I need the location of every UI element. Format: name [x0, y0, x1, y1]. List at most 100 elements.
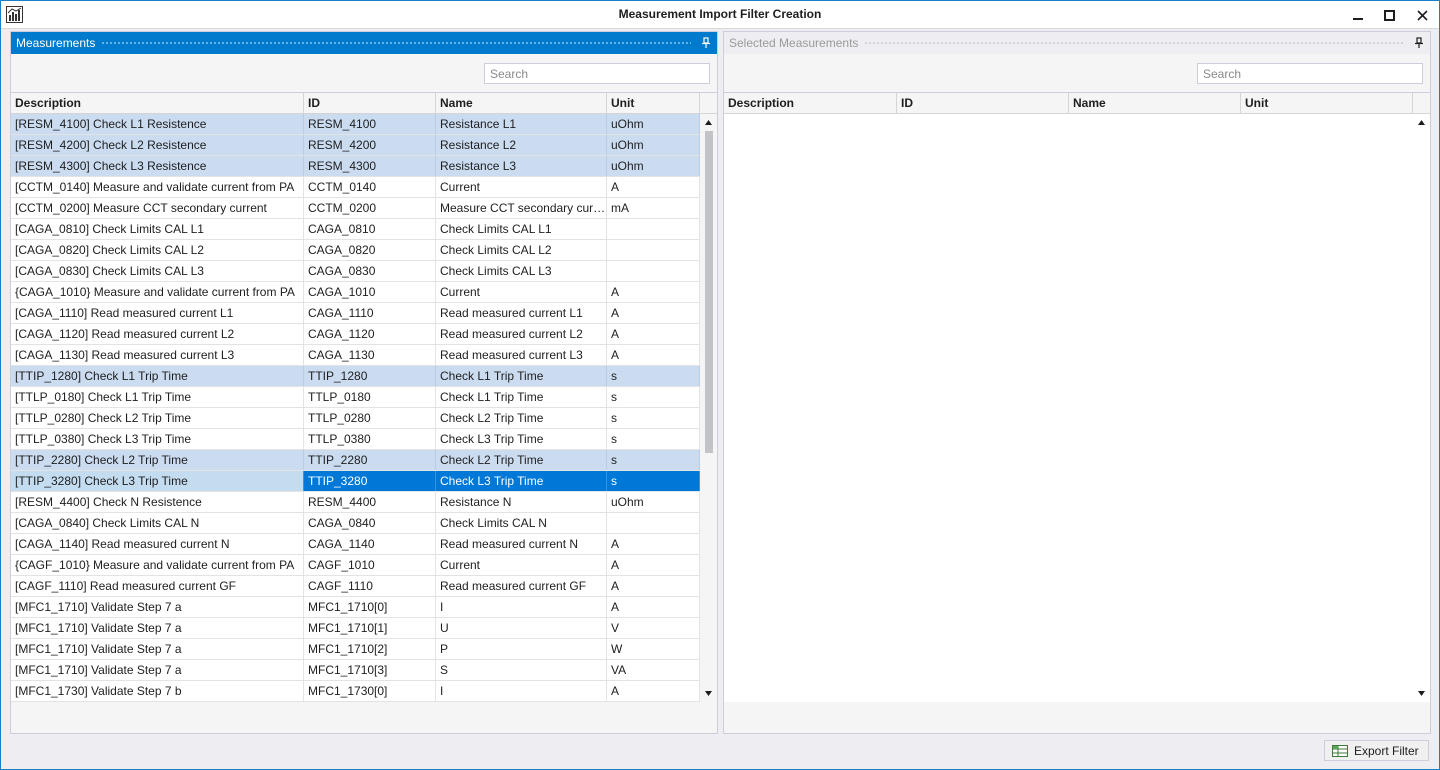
- table-row[interactable]: [CCTM_0140] Measure and validate current…: [11, 177, 700, 198]
- table-row[interactable]: [CAGA_1120] Read measured current L2 CAGA…: [11, 324, 700, 345]
- cell-description: [CAGF_1110] Read measured current GF: [11, 576, 304, 596]
- selected-measurements-search-input[interactable]: [1197, 63, 1423, 84]
- scroll-up-button[interactable]: [700, 114, 717, 131]
- cell-description: [RESM_4200] Check L2 Resistence: [11, 135, 304, 155]
- scroll-up-button[interactable]: [1413, 114, 1430, 131]
- table-row[interactable]: [TTIP_2280] Check L2 Trip Time TTIP_2280 C…: [11, 450, 700, 471]
- maximize-icon: [1383, 9, 1395, 21]
- export-filter-label: Export Filter: [1354, 743, 1419, 758]
- table-row[interactable]: [CAGA_0810] Check Limits CAL L1 CAGA_0810…: [11, 219, 700, 240]
- cell-description: [MFC1_1710] Validate Step 7 a: [11, 639, 304, 659]
- maximize-button[interactable]: [1372, 1, 1406, 29]
- cell-id: RESM_4200: [304, 135, 436, 155]
- column-header-unit[interactable]: Unit: [607, 93, 700, 114]
- cell-name: Check L3 Trip Time: [436, 471, 607, 491]
- table-row[interactable]: [TTLP_0280] Check L2 Trip Time TTLP_0280 C…: [11, 408, 700, 429]
- selected-measurements-panel-title: Selected Measurements: [729, 36, 859, 50]
- cell-description: [RESM_4100] Check L1 Resistence: [11, 114, 304, 134]
- measurements-search-input[interactable]: [484, 63, 710, 84]
- cell-description: {CAGA_1010} Measure and validate current…: [11, 282, 304, 302]
- table-row[interactable]: [TTLP_0380] Check L3 Trip Time TTLP_0380 C…: [11, 429, 700, 450]
- table-row[interactable]: [TTIP_3280] Check L3 Trip Time TTIP_3280 C…: [11, 471, 700, 492]
- column-header-unit[interactable]: Unit: [1241, 93, 1413, 114]
- table-row[interactable]: [MFC1_1730] Validate Step 7 b MFC1_1730[0…: [11, 681, 700, 702]
- cell-name: Check L2 Trip Time: [436, 408, 607, 428]
- table-row[interactable]: [RESM_4200] Check L2 Resistence RESM_4200…: [11, 135, 700, 156]
- column-header-id[interactable]: ID: [897, 93, 1069, 114]
- table-row[interactable]: [MFC1_1710] Validate Step 7 a MFC1_1710[3…: [11, 660, 700, 681]
- cell-id: CAGA_1130: [304, 345, 436, 365]
- measurements-panel-header[interactable]: Measurements: [11, 32, 717, 54]
- cell-unit: s: [607, 387, 700, 407]
- pin-icon[interactable]: [699, 36, 713, 50]
- table-row[interactable]: [TTLP_0180] Check L1 Trip Time TTLP_0180 C…: [11, 387, 700, 408]
- table-row[interactable]: [CAGF_1110] Read measured current GF CAGF…: [11, 576, 700, 597]
- table-row[interactable]: [CAGA_0830] Check Limits CAL L3 CAGA_0830…: [11, 261, 700, 282]
- table-row[interactable]: [CAGA_0820] Check Limits CAL L2 CAGA_0820…: [11, 240, 700, 261]
- table-row[interactable]: [TTIP_1280] Check L1 Trip Time TTIP_1280 C…: [11, 366, 700, 387]
- table-row[interactable]: [CCTM_0200] Measure CCT secondary curren…: [11, 198, 700, 219]
- table-row[interactable]: [CAGA_1130] Read measured current L3 CAGA…: [11, 345, 700, 366]
- cell-id: CAGA_0820: [304, 240, 436, 260]
- table-row[interactable]: [MFC1_1710] Validate Step 7 a MFC1_1710[1…: [11, 618, 700, 639]
- cell-description: [TTLP_0280] Check L2 Trip Time: [11, 408, 304, 428]
- column-header-name[interactable]: Name: [1069, 93, 1241, 114]
- cell-description: [CAGA_1130] Read measured current L3: [11, 345, 304, 365]
- grip-dots: [101, 40, 691, 46]
- grip-dots: [864, 40, 1404, 46]
- cell-id: MFC1_1710[2]: [304, 639, 436, 659]
- cell-id: RESM_4400: [304, 492, 436, 512]
- column-header-name[interactable]: Name: [436, 93, 607, 114]
- scroll-thumb[interactable]: [705, 131, 713, 453]
- close-button[interactable]: [1405, 1, 1439, 29]
- pin-icon[interactable]: [1412, 36, 1426, 50]
- selected-measurements-vertical-scrollbar[interactable]: [1413, 114, 1430, 702]
- measurements-panel-footer: [11, 702, 717, 733]
- export-filter-button[interactable]: Export Filter: [1324, 740, 1429, 761]
- table-row[interactable]: {CAGA_1010} Measure and validate current…: [11, 282, 700, 303]
- table-row[interactable]: [RESM_4300] Check L3 Resistence RESM_4300…: [11, 156, 700, 177]
- minimize-button[interactable]: [1341, 1, 1375, 29]
- cell-unit: A: [607, 282, 700, 302]
- table-row[interactable]: [RESM_4400] Check N Resistence RESM_4400 R…: [11, 492, 700, 513]
- cell-unit: s: [607, 429, 700, 449]
- table-row[interactable]: [RESM_4100] Check L1 Resistence RESM_4100…: [11, 114, 700, 135]
- cell-id: CAGF_1110: [304, 576, 436, 596]
- measurements-panel-body: Description ID Name Unit [RESM_4100] Che…: [11, 54, 717, 733]
- cell-name: Read measured current L2: [436, 324, 607, 344]
- table-row[interactable]: [MFC1_1710] Validate Step 7 a MFC1_1710[0…: [11, 597, 700, 618]
- cell-description: [CCTM_0200] Measure CCT secondary curren…: [11, 198, 304, 218]
- cell-unit: uOhm: [607, 114, 700, 134]
- cell-id: CAGA_1120: [304, 324, 436, 344]
- cell-id: CAGF_1010: [304, 555, 436, 575]
- cell-id: TTLP_0280: [304, 408, 436, 428]
- table-row[interactable]: {CAGF_1010} Measure and validate current…: [11, 555, 700, 576]
- table-row[interactable]: [CAGA_1140] Read measured current N CAGA_…: [11, 534, 700, 555]
- cell-id: TTIP_1280: [304, 366, 436, 386]
- cell-unit: W: [607, 639, 700, 659]
- cell-name: Read measured current L3: [436, 345, 607, 365]
- selected-measurements-panel-header[interactable]: Selected Measurements: [724, 32, 1430, 54]
- cell-name: Resistance N: [436, 492, 607, 512]
- cell-unit: A: [607, 177, 700, 197]
- cell-id: MFC1_1710[3]: [304, 660, 436, 680]
- column-header-description[interactable]: Description: [724, 93, 897, 114]
- table-row[interactable]: [CAGA_0840] Check Limits CAL N CAGA_0840 C…: [11, 513, 700, 534]
- cell-unit: uOhm: [607, 135, 700, 155]
- column-header-id[interactable]: ID: [304, 93, 436, 114]
- cell-id: TTLP_0180: [304, 387, 436, 407]
- title-bar: Measurement Import Filter Creation: [1, 1, 1439, 29]
- cell-name: Resistance L1: [436, 114, 607, 134]
- cell-id: TTIP_3280: [304, 471, 436, 491]
- table-row[interactable]: [CAGA_1110] Read measured current L1 CAGA…: [11, 303, 700, 324]
- table-row[interactable]: [MFC1_1710] Validate Step 7 a MFC1_1710[2…: [11, 639, 700, 660]
- cell-description: [RESM_4300] Check L3 Resistence: [11, 156, 304, 176]
- scroll-down-button[interactable]: [1413, 685, 1430, 702]
- main-window: Measurement Import Filter Creation Measu…: [0, 0, 1440, 770]
- measurements-vertical-scrollbar[interactable]: [700, 114, 717, 702]
- cell-id: CAGA_1140: [304, 534, 436, 554]
- cell-unit: s: [607, 471, 700, 491]
- column-header-description[interactable]: Description: [11, 93, 304, 114]
- scroll-down-button[interactable]: [700, 685, 717, 702]
- cell-description: [MFC1_1710] Validate Step 7 a: [11, 618, 304, 638]
